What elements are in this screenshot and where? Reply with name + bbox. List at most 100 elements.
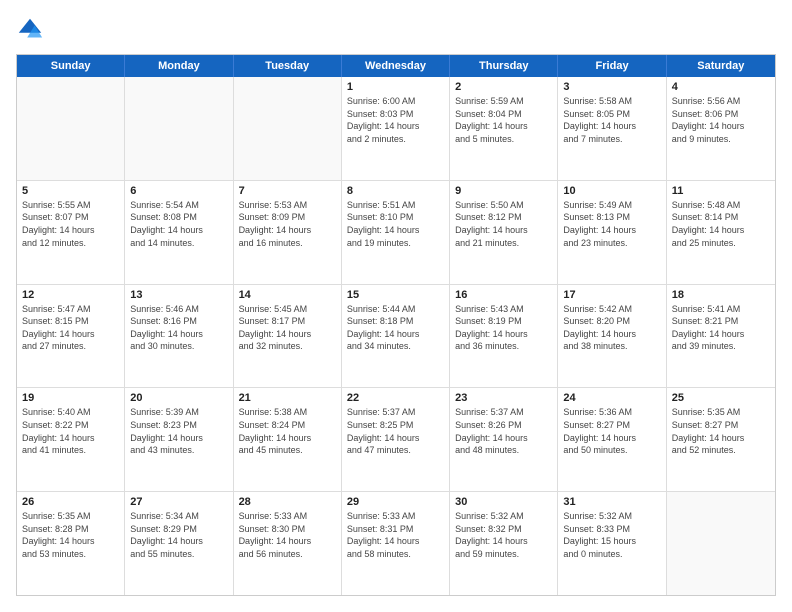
day-number: 14: [239, 289, 336, 301]
calendar-row-1: 5 Sunrise: 5:55 AM Sunset: 8:07 PM Daylig…: [17, 181, 775, 285]
day-number: 7: [239, 185, 336, 197]
day-info: Sunrise: 5:46 AM Sunset: 8:16 PM Dayligh…: [130, 303, 227, 353]
calendar-row-0: 1 Sunrise: 6:00 AM Sunset: 8:03 PM Daylig…: [17, 77, 775, 181]
day-cell-9: 9 Sunrise: 5:50 AM Sunset: 8:12 PM Daylig…: [450, 181, 558, 284]
day-cell-18: 18 Sunrise: 5:41 AM Sunset: 8:21 PM Dayli…: [667, 285, 775, 388]
day-info: Sunrise: 5:45 AM Sunset: 8:17 PM Dayligh…: [239, 303, 336, 353]
day-info: Sunrise: 5:37 AM Sunset: 8:26 PM Dayligh…: [455, 406, 552, 456]
day-cell-22: 22 Sunrise: 5:37 AM Sunset: 8:25 PM Dayli…: [342, 388, 450, 491]
header: [16, 16, 776, 44]
day-info: Sunrise: 5:42 AM Sunset: 8:20 PM Dayligh…: [563, 303, 660, 353]
day-cell-15: 15Sunrise: 5:44 AM Sunset: 8:18 PM Dayli…: [342, 285, 450, 388]
day-number: 20: [130, 392, 227, 404]
day-cell-21: 21 Sunrise: 5:38 AM Sunset: 8:24 PM Dayli…: [234, 388, 342, 491]
day-info: Sunrise: 5:33 AM Sunset: 8:31 PM Dayligh…: [347, 510, 444, 560]
day-cell-11: 11 Sunrise: 5:48 AM Sunset: 8:14 PM Dayli…: [667, 181, 775, 284]
day-info: Sunrise: 5:56 AM Sunset: 8:06 PM Dayligh…: [672, 95, 770, 145]
day-number: 1: [347, 81, 444, 93]
header-day-friday: Friday: [558, 55, 666, 77]
calendar-body: 1 Sunrise: 6:00 AM Sunset: 8:03 PM Daylig…: [17, 77, 775, 595]
day-number: 11: [672, 185, 770, 197]
day-info: Sunrise: 5:48 AM Sunset: 8:14 PM Dayligh…: [672, 199, 770, 249]
day-info: Sunrise: 5:44 AM Sunset: 8:18 PM Dayligh…: [347, 303, 444, 353]
day-number: 5: [22, 185, 119, 197]
calendar-row-4: 26 Sunrise: 5:35 AM Sunset: 8:28 PM Dayli…: [17, 492, 775, 595]
day-cell-31: 31Sunrise: 5:32 AM Sunset: 8:33 PM Dayli…: [558, 492, 666, 595]
day-number: 16: [455, 289, 552, 301]
day-cell-20: 20 Sunrise: 5:39 AM Sunset: 8:23 PM Dayli…: [125, 388, 233, 491]
day-number: 9: [455, 185, 552, 197]
day-info: Sunrise: 5:37 AM Sunset: 8:25 PM Dayligh…: [347, 406, 444, 456]
day-number: 13: [130, 289, 227, 301]
day-number: 26: [22, 496, 119, 508]
day-info: Sunrise: 5:41 AM Sunset: 8:21 PM Dayligh…: [672, 303, 770, 353]
day-info: Sunrise: 5:51 AM Sunset: 8:10 PM Dayligh…: [347, 199, 444, 249]
day-cell-12: 12Sunrise: 5:47 AM Sunset: 8:15 PM Dayli…: [17, 285, 125, 388]
day-cell-30: 30 Sunrise: 5:32 AM Sunset: 8:32 PM Dayli…: [450, 492, 558, 595]
day-cell-14: 14 Sunrise: 5:45 AM Sunset: 8:17 PM Dayli…: [234, 285, 342, 388]
day-cell-3: 3Sunrise: 5:58 AM Sunset: 8:05 PM Daylig…: [558, 77, 666, 180]
day-info: Sunrise: 6:00 AM Sunset: 8:03 PM Dayligh…: [347, 95, 444, 145]
day-info: Sunrise: 5:35 AM Sunset: 8:27 PM Dayligh…: [672, 406, 770, 456]
calendar: SundayMondayTuesdayWednesdayThursdayFrid…: [16, 54, 776, 596]
day-number: 18: [672, 289, 770, 301]
day-number: 27: [130, 496, 227, 508]
day-cell-23: 23 Sunrise: 5:37 AM Sunset: 8:26 PM Dayli…: [450, 388, 558, 491]
header-day-tuesday: Tuesday: [234, 55, 342, 77]
header-day-saturday: Saturday: [667, 55, 775, 77]
day-info: Sunrise: 5:33 AM Sunset: 8:30 PM Dayligh…: [239, 510, 336, 560]
day-cell-27: 27 Sunrise: 5:34 AM Sunset: 8:29 PM Dayli…: [125, 492, 233, 595]
calendar-header: SundayMondayTuesdayWednesdayThursdayFrid…: [17, 55, 775, 77]
day-number: 3: [563, 81, 660, 93]
day-number: 21: [239, 392, 336, 404]
day-number: 25: [672, 392, 770, 404]
day-number: 28: [239, 496, 336, 508]
calendar-row-2: 12Sunrise: 5:47 AM Sunset: 8:15 PM Dayli…: [17, 285, 775, 389]
day-cell-26: 26 Sunrise: 5:35 AM Sunset: 8:28 PM Dayli…: [17, 492, 125, 595]
day-number: 30: [455, 496, 552, 508]
day-number: 29: [347, 496, 444, 508]
day-info: Sunrise: 5:35 AM Sunset: 8:28 PM Dayligh…: [22, 510, 119, 560]
logo: [16, 16, 48, 44]
day-cell-16: 16Sunrise: 5:43 AM Sunset: 8:19 PM Dayli…: [450, 285, 558, 388]
day-cell-25: 25 Sunrise: 5:35 AM Sunset: 8:27 PM Dayli…: [667, 388, 775, 491]
day-number: 2: [455, 81, 552, 93]
day-info: Sunrise: 5:36 AM Sunset: 8:27 PM Dayligh…: [563, 406, 660, 456]
empty-cell: [17, 77, 125, 180]
day-cell-24: 24Sunrise: 5:36 AM Sunset: 8:27 PM Dayli…: [558, 388, 666, 491]
calendar-row-3: 19 Sunrise: 5:40 AM Sunset: 8:22 PM Dayli…: [17, 388, 775, 492]
day-number: 6: [130, 185, 227, 197]
day-info: Sunrise: 5:55 AM Sunset: 8:07 PM Dayligh…: [22, 199, 119, 249]
day-cell-17: 17 Sunrise: 5:42 AM Sunset: 8:20 PM Dayli…: [558, 285, 666, 388]
header-day-monday: Monday: [125, 55, 233, 77]
day-cell-10: 10Sunrise: 5:49 AM Sunset: 8:13 PM Dayli…: [558, 181, 666, 284]
day-cell-2: 2 Sunrise: 5:59 AM Sunset: 8:04 PM Daylig…: [450, 77, 558, 180]
empty-cell: [125, 77, 233, 180]
day-info: Sunrise: 5:39 AM Sunset: 8:23 PM Dayligh…: [130, 406, 227, 456]
day-number: 4: [672, 81, 770, 93]
day-info: Sunrise: 5:32 AM Sunset: 8:32 PM Dayligh…: [455, 510, 552, 560]
day-info: Sunrise: 5:59 AM Sunset: 8:04 PM Dayligh…: [455, 95, 552, 145]
day-info: Sunrise: 5:40 AM Sunset: 8:22 PM Dayligh…: [22, 406, 119, 456]
day-cell-7: 7 Sunrise: 5:53 AM Sunset: 8:09 PM Daylig…: [234, 181, 342, 284]
day-info: Sunrise: 5:53 AM Sunset: 8:09 PM Dayligh…: [239, 199, 336, 249]
day-cell-5: 5 Sunrise: 5:55 AM Sunset: 8:07 PM Daylig…: [17, 181, 125, 284]
day-info: Sunrise: 5:34 AM Sunset: 8:29 PM Dayligh…: [130, 510, 227, 560]
day-info: Sunrise: 5:38 AM Sunset: 8:24 PM Dayligh…: [239, 406, 336, 456]
day-cell-13: 13 Sunrise: 5:46 AM Sunset: 8:16 PM Dayli…: [125, 285, 233, 388]
day-cell-29: 29 Sunrise: 5:33 AM Sunset: 8:31 PM Dayli…: [342, 492, 450, 595]
day-number: 10: [563, 185, 660, 197]
day-info: Sunrise: 5:47 AM Sunset: 8:15 PM Dayligh…: [22, 303, 119, 353]
day-number: 19: [22, 392, 119, 404]
day-cell-19: 19 Sunrise: 5:40 AM Sunset: 8:22 PM Dayli…: [17, 388, 125, 491]
day-number: 31: [563, 496, 660, 508]
day-number: 22: [347, 392, 444, 404]
day-info: Sunrise: 5:50 AM Sunset: 8:12 PM Dayligh…: [455, 199, 552, 249]
day-cell-1: 1 Sunrise: 6:00 AM Sunset: 8:03 PM Daylig…: [342, 77, 450, 180]
day-number: 17: [563, 289, 660, 301]
empty-cell: [234, 77, 342, 180]
page: SundayMondayTuesdayWednesdayThursdayFrid…: [0, 0, 792, 612]
day-number: 23: [455, 392, 552, 404]
day-info: Sunrise: 5:54 AM Sunset: 8:08 PM Dayligh…: [130, 199, 227, 249]
header-day-wednesday: Wednesday: [342, 55, 450, 77]
